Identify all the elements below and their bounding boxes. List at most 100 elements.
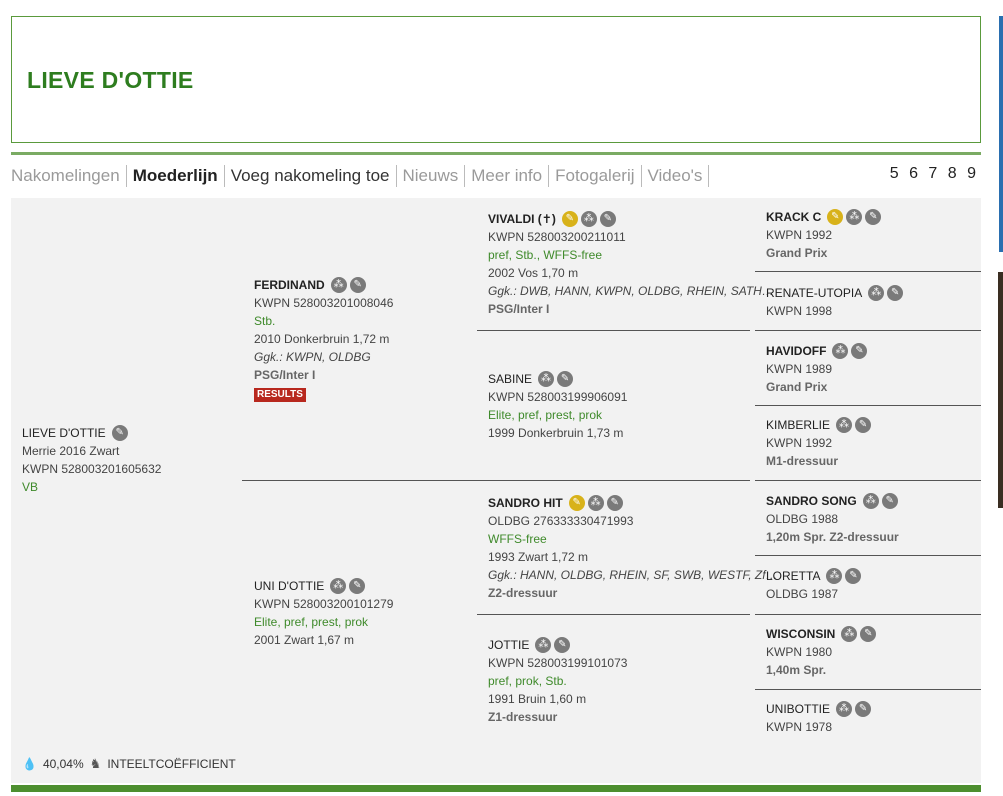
divider-ggp-6 <box>755 614 981 615</box>
pedigree-icon[interactable]: ⁂ <box>587 495 604 511</box>
dd-name[interactable]: JOTTIE <box>488 636 529 654</box>
sire-discipline: PSG/Inter I <box>254 368 316 382</box>
tab-videos[interactable]: Video's <box>642 165 710 187</box>
ggp-reg: OLDBG 1988 <box>766 512 839 526</box>
ds-predicates: WFFS-free <box>488 532 547 546</box>
inbreeding-value: 40,04% <box>42 757 84 771</box>
ggp-name[interactable]: WISCONSIN <box>766 625 835 643</box>
pedigree-icon[interactable]: ⁂ <box>841 626 858 642</box>
pencil-icon[interactable]: ✎ <box>557 371 574 387</box>
ggp-name[interactable]: SANDRO SONG <box>766 492 857 510</box>
divider-top <box>11 152 981 155</box>
ds-cell: SANDRO HIT ✎ ⁂ ✎ OLDBG 276333330471993 W… <box>488 494 778 602</box>
dam-name[interactable]: UNI D'OTTIE <box>254 577 324 595</box>
ds-ggk: Ggk.: HANN, OLDBG, RHEIN, SF, SWB, WESTF… <box>488 568 778 582</box>
ggp-reg: OLDBG 1987 <box>766 587 839 601</box>
sire-cell: FERDINAND ⁂ ✎ KWPN 528003201008046 Stb. … <box>254 276 393 402</box>
dd-reg: KWPN 528003199101073 <box>488 656 628 670</box>
ss-ggk: Ggk.: DWB, HANN, KWPN, OLDBG, RHEIN, SAT… <box>488 284 774 298</box>
divider-ggp-1 <box>755 271 981 272</box>
pagination[interactable]: 5 6 7 8 9 <box>890 165 979 183</box>
tab-fotogalerij[interactable]: Fotogalerij <box>549 165 642 187</box>
medal-icon[interactable]: ✎ <box>827 209 844 225</box>
subject-cell: LIEVE D'OTTIE ✎ Merrie 2016 Zwart KWPN 5… <box>22 424 161 496</box>
dd-predicates: pref, prok, Stb. <box>488 674 567 688</box>
pedigree-icon[interactable]: ⁂ <box>862 493 879 509</box>
ggp-discipline: Grand Prix <box>766 246 828 260</box>
pedigree-icon[interactable]: ⁂ <box>846 209 863 225</box>
divider-bottom <box>11 785 981 792</box>
tab-moederlijn[interactable]: Moederlijn <box>127 165 225 187</box>
pencil-icon[interactable]: ✎ <box>554 637 571 653</box>
tab-voeg-nakomeling-toe[interactable]: Voeg nakomeling toe <box>225 165 397 187</box>
pedigree-icon[interactable]: ⁂ <box>836 701 853 717</box>
medal-icon[interactable]: ✎ <box>568 495 585 511</box>
divider-ggp-4 <box>755 480 981 481</box>
subject-line2: KWPN 528003201605632 <box>22 462 162 476</box>
sire-reg: KWPN 528003201008046 <box>254 296 394 310</box>
ggp-name[interactable]: KRACK C <box>766 208 821 226</box>
pedigree-icon[interactable]: ⁂ <box>330 277 347 293</box>
sd-name[interactable]: SABINE <box>488 370 532 388</box>
pedigree-icon[interactable]: ⁂ <box>330 578 347 594</box>
pedigree-icon[interactable]: ⁂ <box>826 568 843 584</box>
ds-name[interactable]: SANDRO HIT <box>488 494 563 512</box>
pedigree-icon[interactable]: ⁂ <box>832 343 849 359</box>
ggp-discipline: 1,40m Spr. <box>766 663 827 677</box>
divider-ggp-2 <box>755 330 981 331</box>
ggp-cell-6: LORETTA ⁂ ✎ OLDBG 1987 <box>766 567 862 603</box>
pencil-icon[interactable]: ✎ <box>111 425 128 441</box>
ggp-discipline: Grand Prix <box>766 380 828 394</box>
pencil-icon[interactable]: ✎ <box>855 417 872 433</box>
ggp-name[interactable]: HAVIDOFF <box>766 342 826 360</box>
pencil-icon[interactable]: ✎ <box>845 568 862 584</box>
ggp-name[interactable]: UNIBOTTIE <box>766 700 830 718</box>
pencil-icon[interactable]: ✎ <box>887 285 904 301</box>
ggp-name[interactable]: RENATE-UTOPIA <box>766 284 862 302</box>
pencil-icon[interactable]: ✎ <box>865 209 882 225</box>
pencil-icon[interactable]: ✎ <box>855 701 872 717</box>
ggp-reg: KWPN 1992 <box>766 228 833 242</box>
pencil-icon[interactable]: ✎ <box>349 578 366 594</box>
tab-nakomelingen[interactable]: Nakomelingen <box>11 165 127 187</box>
ds-reg: OLDBG 276333330471993 <box>488 514 634 528</box>
pedigree-table: LIEVE D'OTTIE ✎ Merrie 2016 Zwart KWPN 5… <box>11 198 981 783</box>
ggp-cell-1: KRACK C ✎ ⁂ ✎ KWPN 1992 Grand Prix <box>766 208 882 262</box>
subject-predicate: VB <box>22 480 39 494</box>
pedigree-icon[interactable]: ⁂ <box>868 285 885 301</box>
sd-info: 1999 Donkerbruin 1,73 m <box>488 426 624 440</box>
ggp-cell-3: HAVIDOFF ⁂ ✎ KWPN 1989 Grand Prix <box>766 342 868 396</box>
ggp-reg: KWPN 1980 <box>766 645 833 659</box>
pencil-icon[interactable]: ✎ <box>881 493 898 509</box>
ggp-reg: KWPN 1998 <box>766 304 833 318</box>
ggp-cell-4: KIMBERLIE ⁂ ✎ KWPN 1992 M1-dressuur <box>766 416 872 470</box>
title-box: LIEVE D'OTTIE <box>11 16 981 143</box>
results-badge[interactable]: RESULTS <box>254 388 306 402</box>
ggp-cell-8: UNIBOTTIE ⁂ ✎ KWPN 1978 <box>766 700 872 736</box>
pencil-icon[interactable]: ✎ <box>851 343 868 359</box>
ss-predicates: pref, Stb., WFFS-free <box>488 248 603 262</box>
pedigree-icon[interactable]: ⁂ <box>580 211 597 227</box>
inbreeding-label: INTEELTCOËFFICIENT <box>107 757 236 771</box>
ss-discipline: PSG/Inter I <box>488 302 550 316</box>
sd-predicates: Elite, pref, prest, prok <box>488 408 603 422</box>
ss-name[interactable]: VIVALDI (✝) <box>488 210 556 228</box>
subject-name[interactable]: LIEVE D'OTTIE <box>22 424 106 442</box>
pencil-icon[interactable]: ✎ <box>606 495 623 511</box>
inbreeding-footer: 💧 40,04% ♞ INTEELTCOËFFICIENT <box>22 756 236 772</box>
tab-nieuws[interactable]: Nieuws <box>397 165 466 187</box>
sire-name[interactable]: FERDINAND <box>254 276 325 294</box>
pencil-icon[interactable]: ✎ <box>860 626 877 642</box>
pencil-icon[interactable]: ✎ <box>599 211 616 227</box>
pencil-icon[interactable]: ✎ <box>349 277 366 293</box>
ggp-name[interactable]: LORETTA <box>766 567 820 585</box>
drop-icon: 💧 <box>22 757 37 771</box>
sire-ggk: Ggk.: KWPN, OLDBG <box>254 350 371 364</box>
pedigree-icon[interactable]: ⁂ <box>538 371 555 387</box>
tab-meer-info[interactable]: Meer info <box>465 165 550 187</box>
medal-icon[interactable]: ✎ <box>561 211 578 227</box>
ggp-name[interactable]: KIMBERLIE <box>766 416 830 434</box>
dam-predicates: Elite, pref, prest, prok <box>254 615 369 629</box>
pedigree-icon[interactable]: ⁂ <box>535 637 552 653</box>
pedigree-icon[interactable]: ⁂ <box>836 417 853 433</box>
